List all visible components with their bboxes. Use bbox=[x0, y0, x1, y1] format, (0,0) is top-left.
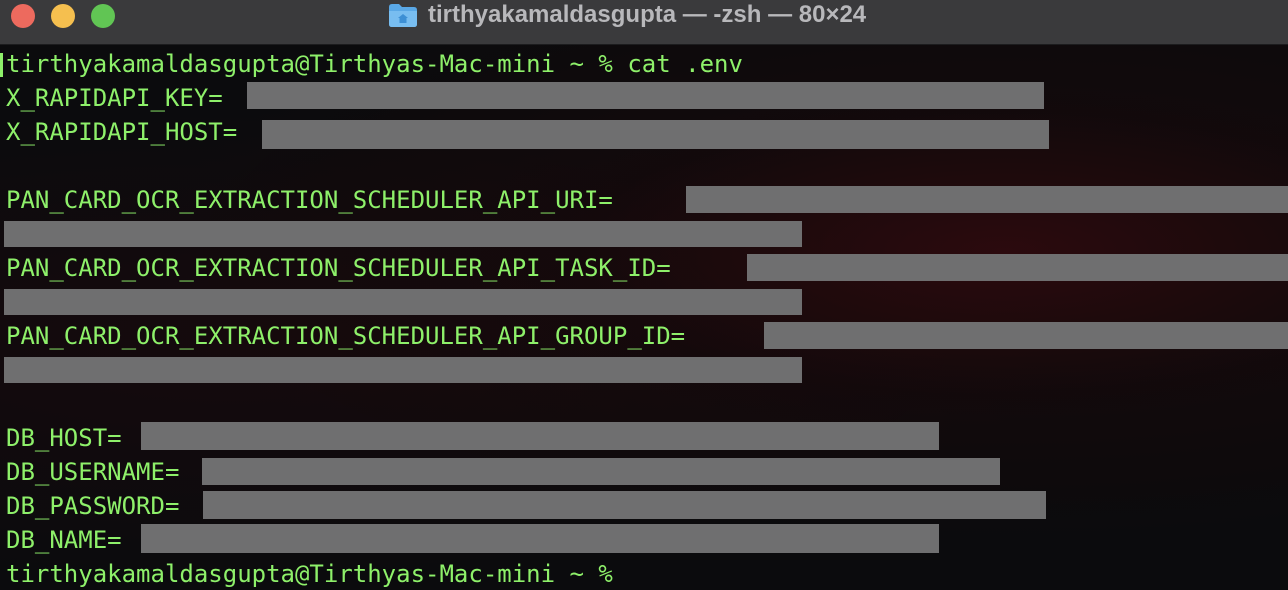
redacted-value bbox=[764, 322, 1288, 349]
env-x-rapidapi-key: X_RAPIDAPI_KEY= bbox=[6, 84, 223, 112]
env-db-username: DB_USERNAME= bbox=[6, 458, 180, 486]
redacted-value bbox=[262, 120, 1049, 149]
env-x-rapidapi-host: X_RAPIDAPI_HOST= bbox=[6, 118, 238, 146]
shell-prompt-line: tirthyakamaldasgupta@Tirthyas-Mac-mini ~… bbox=[6, 560, 613, 588]
minimize-button[interactable] bbox=[51, 4, 75, 28]
env-db-name: DB_NAME= bbox=[6, 526, 122, 554]
redacted-value-continuation bbox=[4, 221, 802, 247]
env-db-host: DB_HOST= bbox=[6, 424, 122, 452]
env-pan-card-api-uri: PAN_CARD_OCR_EXTRACTION_SCHEDULER_API_UR… bbox=[6, 186, 613, 214]
zoom-button[interactable] bbox=[91, 4, 115, 28]
redacted-value bbox=[141, 524, 939, 553]
window-title: tirthyakamaldasgupta — -zsh — 80×24 bbox=[428, 1, 867, 28]
env-db-password: DB_PASSWORD= bbox=[6, 492, 180, 520]
redacted-value-continuation bbox=[4, 289, 802, 315]
redacted-value bbox=[141, 422, 939, 450]
terminal-window: tirthyakamaldasgupta — -zsh — 80×24 tirt… bbox=[0, 0, 1288, 590]
redacted-value bbox=[747, 254, 1288, 281]
env-pan-card-api-group-id: PAN_CARD_OCR_EXTRACTION_SCHEDULER_API_GR… bbox=[6, 322, 686, 350]
redacted-value-continuation bbox=[4, 357, 802, 383]
title-bar[interactable]: tirthyakamaldasgupta — -zsh — 80×24 bbox=[0, 0, 1288, 45]
folder-icon bbox=[388, 2, 418, 28]
env-pan-card-api-task-id: PAN_CARD_OCR_EXTRACTION_SCHEDULER_API_TA… bbox=[6, 254, 671, 282]
close-button[interactable] bbox=[11, 4, 35, 28]
selection-edge bbox=[0, 53, 3, 77]
redacted-value bbox=[686, 186, 1288, 213]
terminal-content[interactable]: tirthyakamaldasgupta@Tirthyas-Mac-mini ~… bbox=[0, 45, 1288, 590]
window-title-group: tirthyakamaldasgupta — -zsh — 80×24 bbox=[388, 0, 866, 30]
redacted-value bbox=[247, 82, 1044, 109]
redacted-value bbox=[203, 491, 1046, 519]
redacted-value bbox=[202, 458, 1000, 485]
command-prompt-line: tirthyakamaldasgupta@Tirthyas-Mac-mini ~… bbox=[6, 50, 743, 78]
